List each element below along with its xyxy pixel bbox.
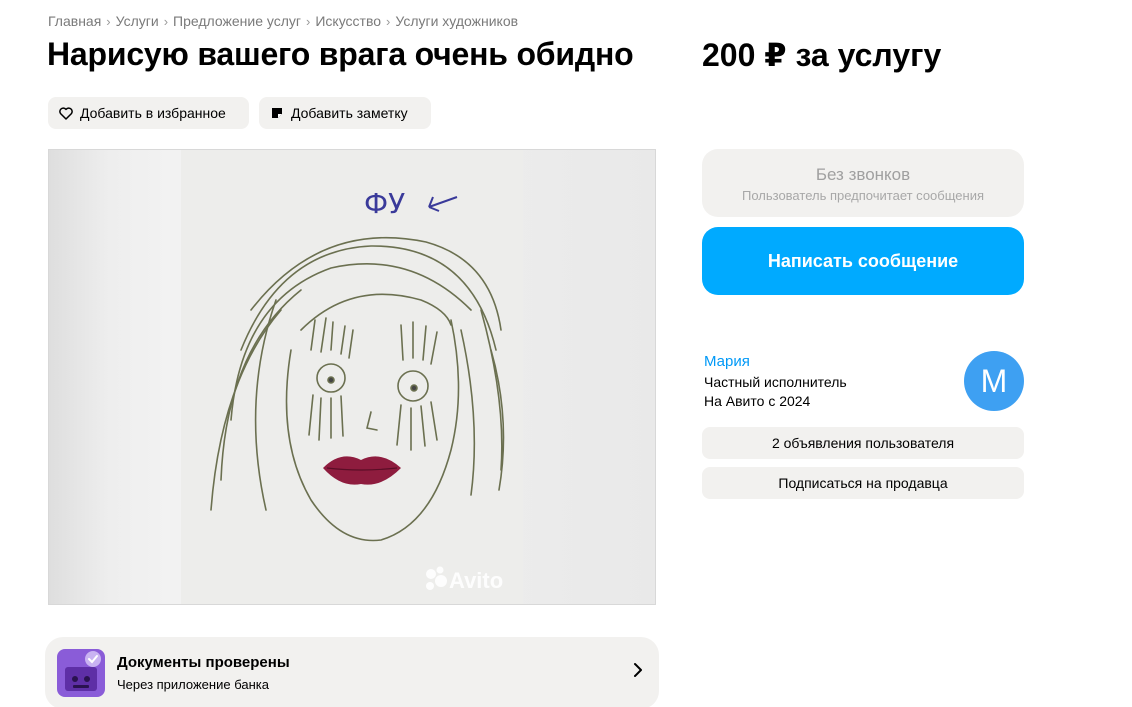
no-calls-subtitle: Пользователь предпочитает сообщения [741,188,984,203]
listing-price: 200 ₽ за услугу [702,37,942,73]
chevron-right-icon [631,662,645,678]
listing-title: Нарисую вашего врага очень обидно [47,36,634,72]
seller-since: На Авито с 2024 [704,393,811,409]
add-note-button[interactable]: Добавить заметку [259,97,431,129]
write-message-button[interactable]: Написать сообщение [702,227,1024,295]
drawing-image: ФУ Avito [181,150,523,604]
seller-type: Частный исполнитель [704,374,847,390]
add-to-favorites-button[interactable]: Добавить в избранное [48,97,249,129]
listing-photo[interactable]: ФУ Avito [181,150,523,604]
no-calls-notice: Без звонков Пользователь предпочитает со… [702,149,1024,217]
breadcrumb: Главная › Услуги › Предложение услуг › И… [48,13,518,29]
breadcrumb-separator: › [163,13,169,29]
breadcrumb-art[interactable]: Искусство [315,13,381,29]
heart-icon [58,105,74,121]
no-calls-title: Без звонков [815,165,911,184]
note-icon [269,105,285,121]
documents-verified-title: Документы проверены [117,654,290,671]
breadcrumb-service-offers[interactable]: Предложение услуг [173,13,301,29]
breadcrumb-separator: › [106,13,111,29]
avito-watermark: Avito [449,568,503,593]
seller-ads-button[interactable]: 2 объявления пользователя [702,427,1024,459]
breadcrumb-separator: › [306,13,311,29]
add-to-favorites-label: Добавить в избранное [80,105,226,121]
photo-gallery[interactable]: ФУ Avito [48,149,656,605]
verified-badge-icon [57,649,105,697]
seller-avatar[interactable]: М [964,351,1024,411]
breadcrumb-artist-services[interactable]: Услуги художников [395,13,518,29]
seller-name-link[interactable]: Мария [704,353,750,370]
handwritten-text: ФУ [364,187,405,220]
add-note-label: Добавить заметку [291,105,408,121]
breadcrumb-separator: › [386,13,391,29]
breadcrumb-home[interactable]: Главная [48,13,101,29]
documents-verified-subtitle: Через приложение банка [117,677,269,692]
subscribe-seller-button[interactable]: Подписаться на продавца [702,467,1024,499]
breadcrumb-services[interactable]: Услуги [116,13,159,29]
documents-verified-card[interactable]: Документы проверены Через приложение бан… [45,637,659,707]
